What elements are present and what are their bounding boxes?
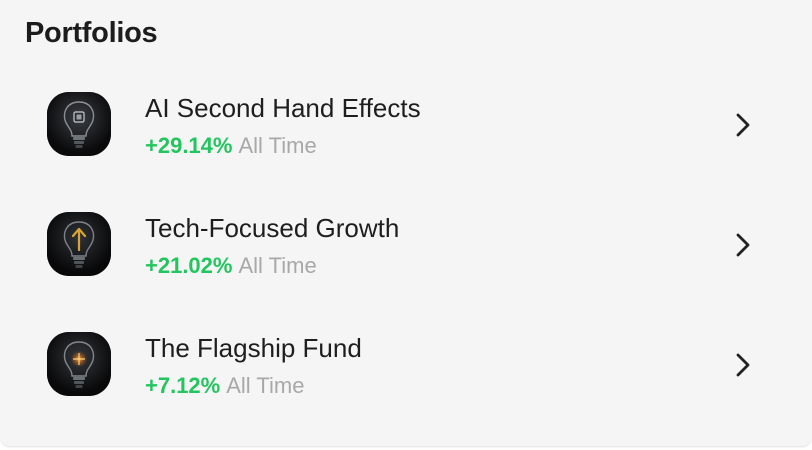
lightbulb-arrow-icon [47,212,111,276]
portfolio-performance: +7.12% All Time [145,373,304,399]
lightbulb-chip-icon [47,92,111,156]
chevron-right-icon[interactable] [733,352,753,378]
portfolio-period: All Time [226,373,305,398]
portfolio-item-tech-focused-growth[interactable]: Tech-Focused Growth +21.02% All Time [0,180,812,290]
portfolio-change: +29.14% [145,133,233,158]
portfolio-item-the-flagship-fund[interactable]: The Flagship Fund +7.12% All Time [0,300,812,410]
portfolios-card: Portfolios AI Second Hand Effects +29.14… [0,0,812,446]
portfolio-period: All Time [238,253,317,278]
chevron-right-icon[interactable] [733,232,753,258]
portfolio-name: The Flagship Fund [145,333,362,363]
portfolio-item-ai-second-hand-effects[interactable]: AI Second Hand Effects +29.14% All Time [0,60,812,170]
portfolio-name: AI Second Hand Effects [145,93,421,123]
portfolio-name: Tech-Focused Growth [145,213,400,243]
portfolio-period: All Time [238,133,317,158]
section-title: Portfolios [25,17,158,49]
portfolio-change: +21.02% [145,253,233,278]
lightbulb-glow-icon [47,332,111,396]
portfolio-change: +7.12% [145,373,221,398]
portfolio-performance: +21.02% All Time [145,253,317,279]
chevron-right-icon[interactable] [733,112,753,138]
portfolio-performance: +29.14% All Time [145,133,317,159]
